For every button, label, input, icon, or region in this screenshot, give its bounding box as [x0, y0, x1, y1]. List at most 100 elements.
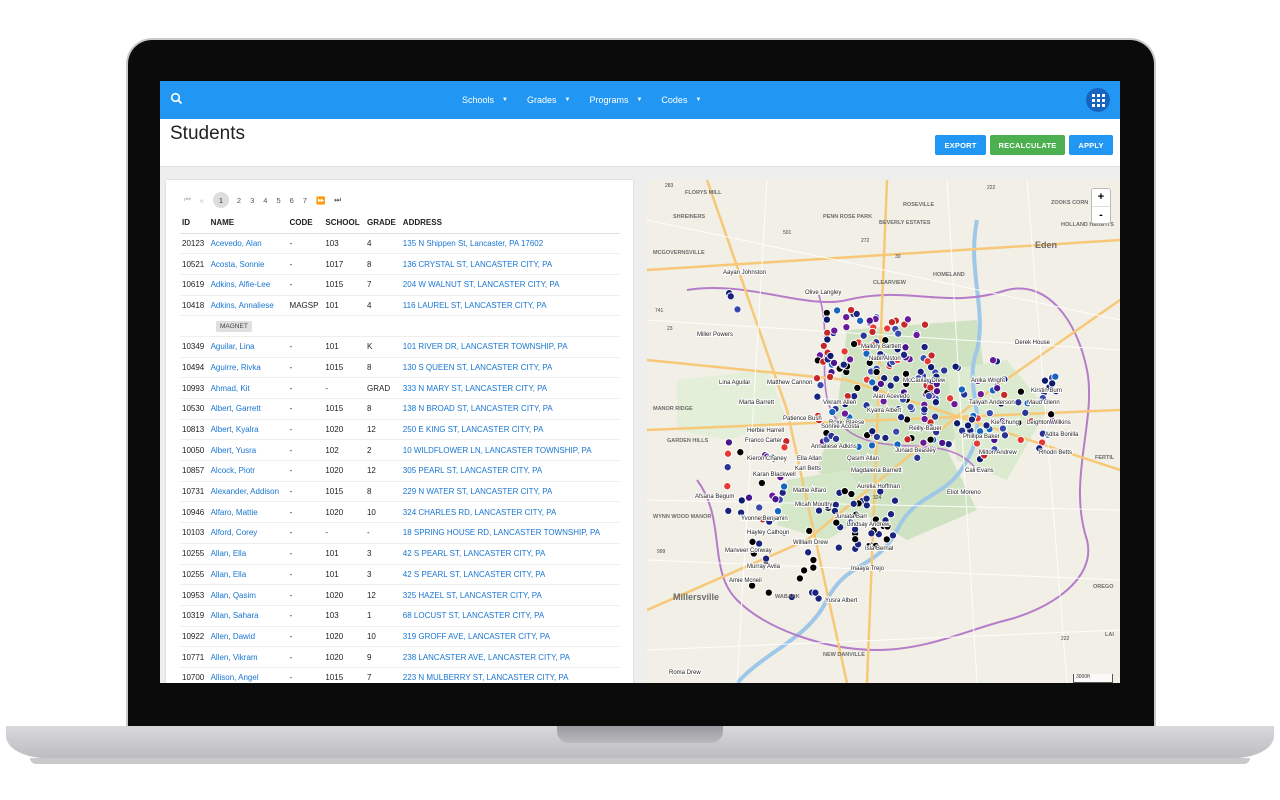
student-marker[interactable] [859, 331, 868, 340]
student-name-link[interactable]: Allan, Ella [208, 543, 288, 565]
student-marker[interactable] [883, 324, 892, 333]
student-marker[interactable] [892, 427, 901, 436]
column-header-school[interactable]: SCHOOL [323, 213, 365, 234]
table-row[interactable]: 10494 Aguirre, Rivka -1015 8 130 S QUEEN ST,… [180, 357, 620, 379]
zoom-in-button[interactable]: + [1092, 189, 1110, 206]
student-marker[interactable] [868, 378, 877, 387]
student-name-link[interactable]: Alcock, Piotr [208, 460, 288, 482]
student-marker[interactable] [842, 313, 851, 322]
student-marker[interactable] [826, 372, 835, 381]
student-marker[interactable] [892, 374, 901, 383]
student-marker[interactable] [1000, 390, 1009, 399]
map-canvas[interactable]: FLORYS MILL SHREINERS PENN ROSE PARK BEVERL… [647, 180, 1120, 683]
student-marker[interactable] [932, 387, 942, 396]
student-marker[interactable] [780, 443, 789, 452]
student-address-link[interactable]: 18 SPRING HOUSE RD, LANCASTER TOWNSHIP, … [400, 522, 620, 544]
student-marker[interactable] [816, 381, 825, 390]
table-row[interactable]: 10771 Allen, Vikram -1020 9 238 LANCASTER AV… [180, 646, 620, 668]
student-marker[interactable] [938, 438, 947, 447]
student-address-link[interactable]: 42 S PEARL ST, LANCASTER CITY, PA [400, 564, 620, 586]
student-marker[interactable] [771, 495, 780, 504]
student-marker[interactable] [823, 328, 832, 337]
student-marker[interactable] [886, 381, 895, 390]
student-marker[interactable] [913, 453, 922, 462]
student-marker[interactable] [839, 360, 848, 369]
student-marker[interactable] [804, 548, 813, 557]
student-marker[interactable] [867, 441, 877, 450]
student-marker[interactable] [724, 506, 733, 515]
export-button[interactable]: EXPORT [935, 135, 986, 155]
student-marker[interactable] [920, 405, 929, 414]
student-marker[interactable] [847, 489, 856, 499]
table-row[interactable]: 10521 Acosta, Sonnie -1017 8 136 CRYSTAL ST,… [180, 253, 620, 275]
next-page-icon[interactable]: ⏩ [316, 196, 325, 205]
student-marker[interactable] [748, 537, 757, 546]
student-marker[interactable] [963, 421, 973, 430]
student-address-link[interactable]: 101 RIVER DR, LANCASTER TOWNSHIP, PA [400, 336, 620, 358]
table-row[interactable]: 10813 Albert, Kyalra -1020 12 250 E KING ST,… [180, 419, 620, 441]
student-marker[interactable] [953, 419, 962, 428]
student-address-link[interactable]: 319 GROFF AVE, LANCASTER CITY, PA [400, 626, 620, 648]
student-marker[interactable] [931, 398, 940, 407]
student-marker[interactable] [856, 316, 865, 325]
page-link[interactable]: 5 [276, 196, 280, 205]
apps-grid-icon[interactable] [1086, 88, 1110, 112]
student-marker[interactable] [906, 402, 915, 412]
student-marker[interactable] [862, 501, 871, 510]
student-marker[interactable] [780, 482, 789, 491]
table-row[interactable]: 10255 Allan, Ella -101 3 42 S PEARL ST, LANC… [180, 564, 620, 586]
student-name-link[interactable]: Adkins, Annaliese [208, 295, 288, 317]
student-marker[interactable] [872, 367, 881, 377]
student-marker[interactable] [755, 503, 764, 512]
student-marker[interactable] [887, 318, 896, 327]
student-map[interactable]: FLORYS MILL SHREINERS PENN ROSE PARK BEVERL… [647, 180, 1120, 683]
table-row[interactable]: 10530 Albert, Garrett -1015 8 138 N BROAD ST… [180, 398, 620, 420]
table-row[interactable]: 10922 Allen, Dawid -1020 10 319 GROFF AVE, L… [180, 626, 620, 648]
student-marker[interactable] [853, 383, 862, 392]
student-marker[interactable] [894, 329, 903, 338]
table-row[interactable]: 10993 Ahmad, Kit - - GRAD 333 N MARY ST, LANC… [180, 377, 620, 399]
student-name-link[interactable]: Albert, Garrett [208, 398, 288, 420]
student-marker[interactable] [840, 409, 849, 418]
student-name-link[interactable]: Alford, Corey [208, 522, 288, 544]
student-marker[interactable] [755, 539, 764, 548]
student-address-link[interactable]: 136 CRYSTAL ST, LANCASTER CITY, PA [400, 253, 620, 275]
student-address-link[interactable]: 138 N BROAD ST, LANCASTER CITY, PA [400, 398, 620, 420]
student-marker[interactable] [920, 414, 929, 424]
apply-button[interactable]: APPLY [1069, 135, 1113, 155]
student-address-link[interactable]: 250 E KING ST, LANCASTER CITY, PA [400, 419, 620, 441]
table-row[interactable]: 10319 Allan, Sahara -103 1 68 LOCUST ST, LAN… [180, 605, 620, 627]
last-page-icon[interactable]: ⏭ [334, 195, 341, 205]
student-marker[interactable] [834, 543, 843, 552]
student-marker[interactable] [912, 330, 921, 340]
table-row[interactable]: 10731 Alexander, Addison -1015 8 229 N WATER… [180, 481, 620, 503]
student-marker[interactable] [1016, 387, 1025, 396]
student-address-link[interactable]: 204 W WALNUT ST, LANCASTER CITY, PA [400, 274, 620, 296]
prev-page-icon[interactable]: « [200, 196, 204, 205]
student-marker[interactable] [901, 369, 911, 378]
student-marker[interactable] [903, 315, 912, 324]
student-marker[interactable] [862, 494, 871, 503]
page-link-current[interactable]: 1 [212, 192, 229, 208]
student-marker[interactable] [813, 392, 822, 401]
page-link[interactable]: 4 [263, 196, 267, 205]
student-marker[interactable] [809, 555, 818, 565]
column-header-address[interactable]: ADDRESS [400, 213, 620, 234]
student-marker[interactable] [795, 574, 804, 583]
student-marker[interactable] [982, 421, 991, 430]
student-name-link[interactable]: Allen, Dawid [208, 626, 288, 648]
student-marker[interactable] [851, 535, 860, 544]
page-link[interactable]: 3 [250, 196, 254, 205]
student-marker[interactable] [744, 493, 754, 502]
student-marker[interactable] [976, 390, 985, 399]
student-marker[interactable] [724, 438, 733, 447]
student-marker[interactable] [737, 496, 746, 505]
student-name-link[interactable]: Allan, Ella [208, 564, 288, 586]
student-marker[interactable] [899, 350, 909, 359]
student-marker[interactable] [988, 356, 998, 365]
student-marker[interactable] [814, 506, 824, 515]
student-name-link[interactable]: Ahmad, Kit [208, 377, 288, 399]
student-address-link[interactable]: 238 LANCASTER AVE, LANCASTER CITY, PA [400, 646, 620, 668]
column-header-code[interactable]: CODE [287, 213, 324, 234]
student-address-link[interactable]: 333 N MARY ST, LANCASTER CITY, PA [400, 377, 620, 399]
